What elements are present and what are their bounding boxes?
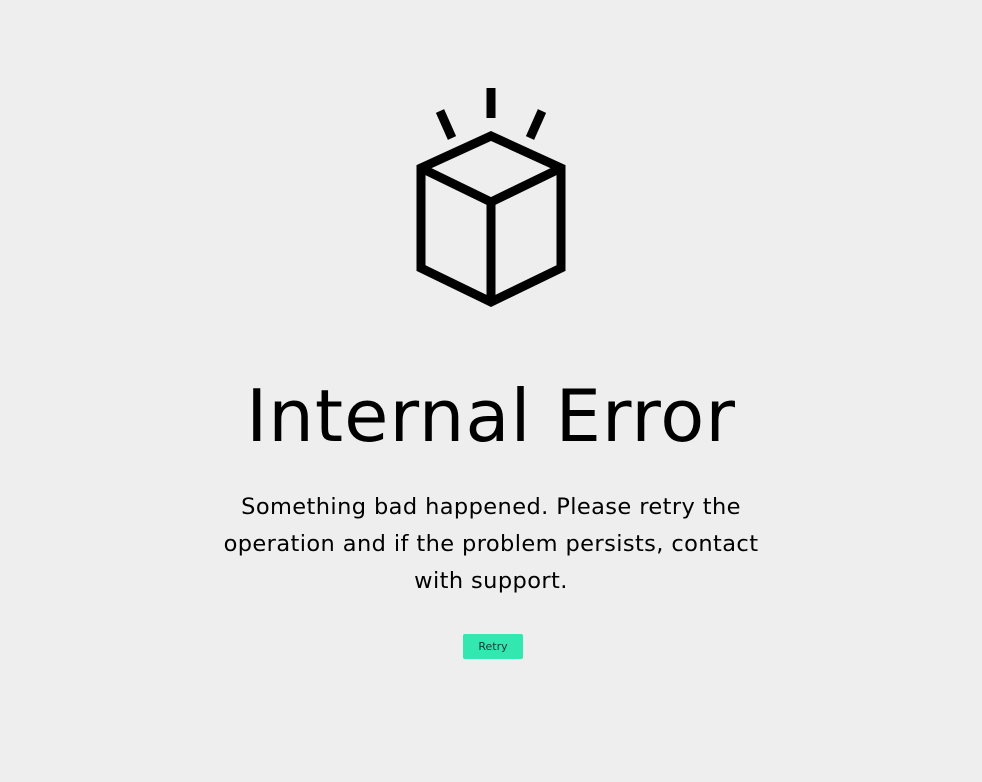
error-message: Something bad happened. Please retry the…	[223, 494, 759, 594]
page-title: Internal Error	[246, 374, 736, 458]
box-icon	[416, 88, 566, 308]
retry-button[interactable]: Retry	[463, 634, 523, 659]
error-page: Internal Error Something bad happened. P…	[0, 0, 982, 782]
icon-container	[0, 86, 982, 312]
